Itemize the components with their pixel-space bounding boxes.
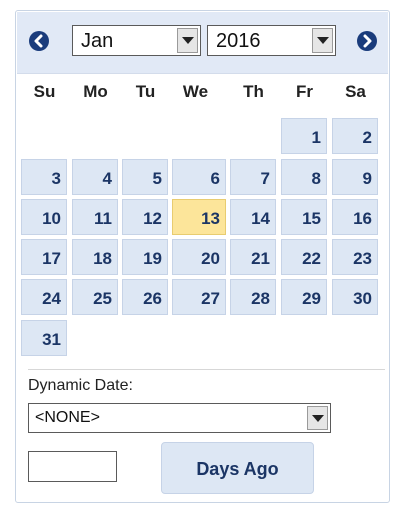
calendar-day[interactable]: 5 <box>122 159 168 195</box>
divider <box>28 369 385 370</box>
calendar-day[interactable]: 22 <box>281 239 327 275</box>
calendar-day-selected[interactable]: 13 <box>172 199 226 235</box>
dynamic-date-select[interactable]: <NONE> <box>28 403 331 433</box>
calendar-day[interactable]: 4 <box>72 159 118 195</box>
date-picker-panel: Jan 2016 Su Mo Tu We Th Fr Sa 1 2 3 4 5 6 7 8 9 10 11 12 1… <box>15 10 390 503</box>
caret-down-icon <box>317 37 329 44</box>
calendar-day[interactable]: 30 <box>332 279 378 315</box>
year-dropdown-button[interactable] <box>312 28 333 53</box>
calendar-day[interactable]: 18 <box>72 239 118 275</box>
chevron-left-icon <box>34 34 43 48</box>
days-ago-button[interactable]: Days Ago <box>161 442 314 494</box>
weekday-label: Su <box>33 82 56 101</box>
calendar-day[interactable]: 1 <box>281 118 327 154</box>
dynamic-date-select-value: <NONE> <box>35 409 100 426</box>
calendar-day[interactable]: 9 <box>332 159 378 195</box>
calendar-day[interactable]: 14 <box>230 199 276 235</box>
calendar-day[interactable]: 28 <box>230 279 276 315</box>
dynamic-date-label: Dynamic Date: <box>28 377 133 394</box>
weekday-label: Th <box>243 82 264 101</box>
calendar-day[interactable]: 2 <box>332 118 378 154</box>
calendar-day[interactable]: 3 <box>21 159 67 195</box>
calendar-day[interactable]: 31 <box>21 320 67 356</box>
calendar-day[interactable]: 29 <box>281 279 327 315</box>
calendar-day[interactable]: 11 <box>72 199 118 235</box>
calendar-day[interactable]: 27 <box>172 279 226 315</box>
month-select-value: Jan <box>81 30 114 52</box>
dynamic-date-dropdown-button[interactable] <box>307 406 328 430</box>
month-select[interactable]: Jan <box>72 25 201 56</box>
month-dropdown-button[interactable] <box>177 28 198 53</box>
calendar-day[interactable]: 10 <box>21 199 67 235</box>
caret-down-icon <box>312 415 324 422</box>
days-count-input[interactable] <box>28 451 117 482</box>
calendar-day[interactable]: 20 <box>172 239 226 275</box>
calendar-day[interactable]: 7 <box>230 159 276 195</box>
calendar-day[interactable]: 23 <box>332 239 378 275</box>
calendar-day[interactable]: 24 <box>21 279 67 315</box>
calendar-day[interactable]: 15 <box>281 199 327 235</box>
calendar-day[interactable]: 21 <box>230 239 276 275</box>
year-select-value: 2016 <box>216 30 261 52</box>
calendar-day[interactable]: 26 <box>122 279 168 315</box>
prev-month-button[interactable] <box>29 31 49 51</box>
calendar-day[interactable]: 17 <box>21 239 67 275</box>
weekday-label: Fr <box>296 82 313 101</box>
calendar-header: Jan 2016 <box>17 12 388 74</box>
calendar-day[interactable]: 12 <box>122 199 168 235</box>
calendar-day[interactable]: 19 <box>122 239 168 275</box>
chevron-right-icon <box>363 34 372 48</box>
weekday-label: Mo <box>83 82 108 101</box>
calendar-day[interactable]: 8 <box>281 159 327 195</box>
calendar-day[interactable]: 16 <box>332 199 378 235</box>
caret-down-icon <box>182 37 194 44</box>
calendar-day[interactable]: 6 <box>172 159 226 195</box>
weekday-label: Sa <box>345 82 366 101</box>
year-select[interactable]: 2016 <box>207 25 336 56</box>
calendar-day[interactable]: 25 <box>72 279 118 315</box>
weekday-label: Tu <box>135 82 156 101</box>
next-month-button[interactable] <box>357 31 377 51</box>
weekday-label: We <box>182 82 209 101</box>
